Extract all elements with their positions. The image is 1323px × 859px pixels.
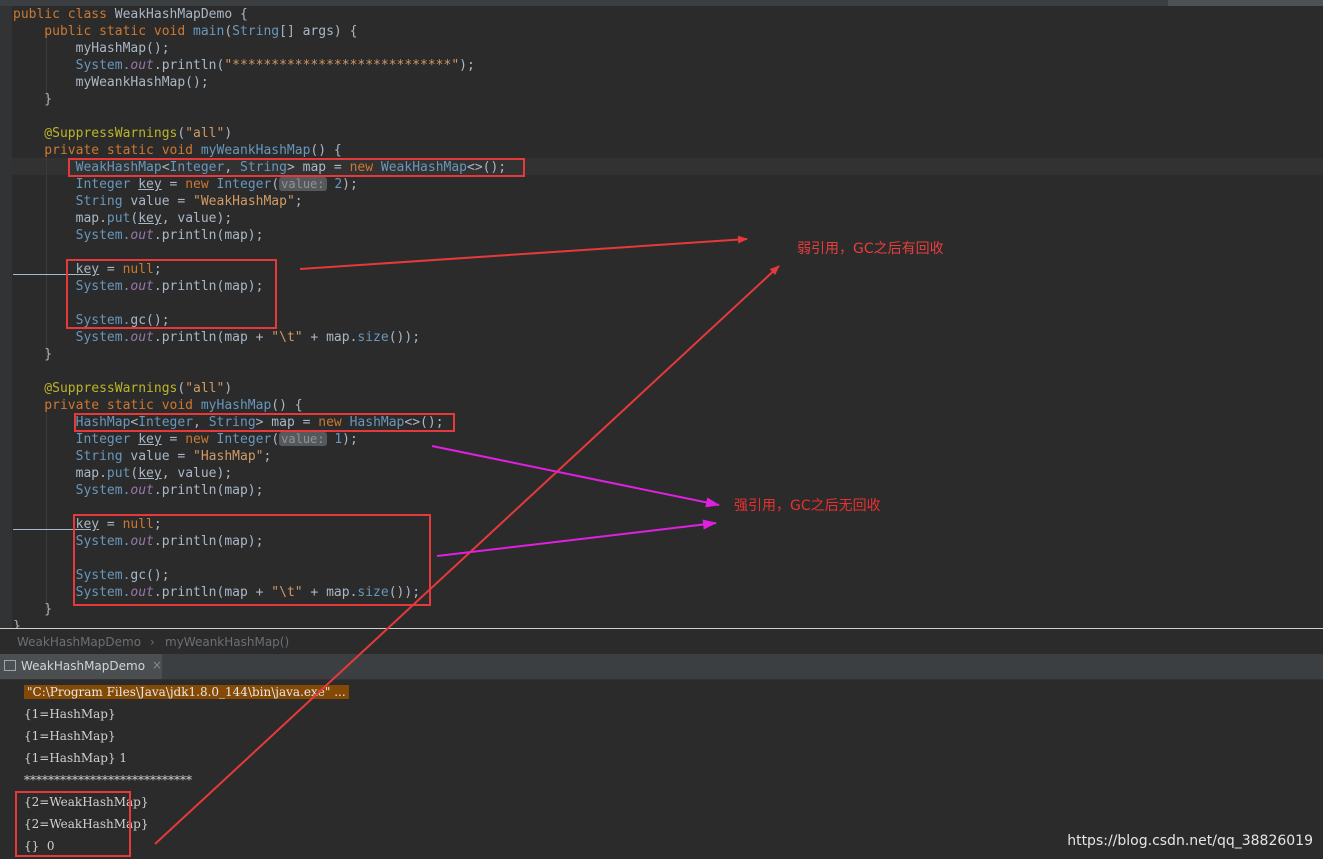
watermark: https://blog.csdn.net/qq_38826019	[1067, 833, 1313, 849]
weak-reference-note: 弱引用，GC之后有回收	[797, 241, 944, 257]
strong-reference-note: 强引用，GC之后无回收	[734, 498, 881, 514]
weak-output-arrow	[154, 265, 780, 845]
annotation-arrows	[154, 235, 780, 845]
strong-arrow-lower	[436, 519, 717, 557]
weak-arrow	[299, 235, 748, 270]
